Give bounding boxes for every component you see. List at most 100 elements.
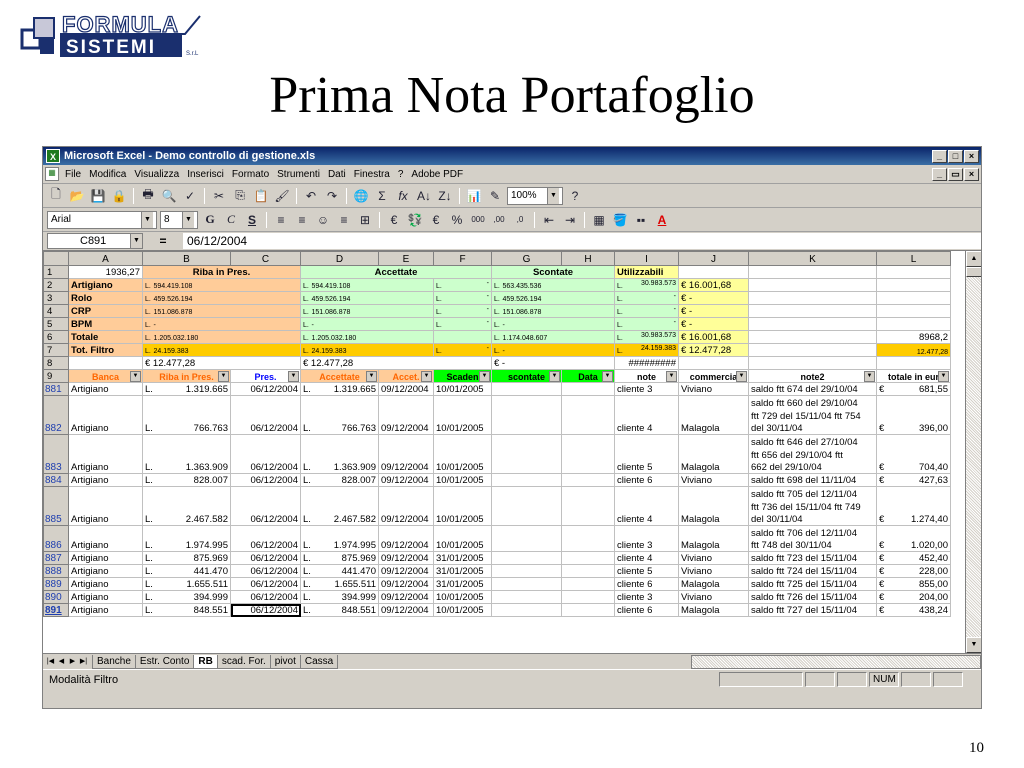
cell-l[interactable]: 12.477,28 [876, 343, 951, 357]
prev-sheet-icon[interactable]: ◀ [56, 655, 67, 668]
equals-icon[interactable]: = [143, 234, 183, 248]
cell-banca[interactable]: Artigiano [68, 564, 143, 578]
cell-note[interactable] [614, 486, 679, 500]
cell-d[interactable]: L. 594.419.108 [300, 278, 434, 292]
cell-riba[interactable]: L. 2.467.582 [142, 512, 231, 526]
cell-data[interactable] [561, 590, 615, 604]
cell-scontate[interactable] [491, 525, 562, 539]
cell-note2[interactable]: saldo ftt 674 del 29/10/04 [748, 382, 877, 396]
cell-i[interactable]: ######### [614, 356, 679, 370]
print-preview-icon[interactable]: 🔍 [160, 187, 178, 205]
cell-data[interactable] [561, 421, 615, 435]
scroll-down-icon[interactable]: ▼ [966, 637, 981, 653]
font-select[interactable]: Arial ▼ [47, 210, 157, 229]
cell-i[interactable]: L. 30.983.573 [614, 330, 679, 344]
menu-modifica[interactable]: Modifica [89, 169, 126, 180]
cell-pres[interactable]: 06/12/2004 [230, 512, 301, 526]
cell-banca[interactable]: Artigiano [68, 590, 143, 604]
row-header[interactable]: 882 [43, 421, 69, 435]
row-header[interactable]: 1 [43, 265, 69, 279]
row-header[interactable] [43, 525, 69, 539]
cell-totale[interactable] [876, 395, 951, 409]
sheet-tab[interactable]: Cassa [299, 654, 339, 669]
cell-a[interactable]: Rolo [68, 291, 143, 305]
row-header[interactable]: 891 [43, 603, 69, 617]
cell-banca[interactable]: Artigiano [68, 421, 143, 435]
cell-note[interactable] [614, 408, 679, 422]
cell-g[interactable]: L. 563.435.536 [491, 278, 615, 292]
doc-restore-button[interactable]: ▭ [948, 167, 963, 181]
cell-accettate[interactable]: L. 848.551 [300, 603, 379, 617]
copy-icon[interactable]: ⎘ [231, 187, 249, 205]
scroll-thumb[interactable] [966, 267, 981, 277]
function-icon[interactable]: fx [394, 187, 412, 205]
cell-note[interactable]: cliente 3 [614, 590, 679, 604]
fill-color-icon[interactable]: 🪣 [611, 211, 629, 229]
cell-accet-date[interactable] [378, 525, 434, 539]
column-header[interactable]: K [748, 251, 877, 266]
row-header[interactable]: 887 [43, 551, 69, 565]
cell-totale[interactable]: €228,00 [876, 564, 951, 578]
drawing-icon[interactable]: ✎ [486, 187, 504, 205]
cell-accettate[interactable]: L. 2.467.582 [300, 512, 379, 526]
sheet-tab[interactable]: pivot [269, 654, 301, 669]
cell-banca[interactable]: Artigiano [68, 577, 143, 591]
cell-j[interactable]: € 16.001,68 [678, 278, 749, 292]
workbook-icon[interactable]: ▦ [45, 167, 59, 181]
cell-pres[interactable]: 06/12/2004 [230, 577, 301, 591]
undo-icon[interactable]: ↶ [302, 187, 320, 205]
cell-k[interactable] [748, 317, 877, 331]
cell-riba[interactable]: L. 1.655.511 [142, 577, 231, 591]
cell-note2[interactable]: del 30/11/04 [748, 421, 877, 435]
cell-banca[interactable] [68, 395, 143, 409]
cell-accettate[interactable] [300, 434, 379, 448]
cell-totale[interactable]: €1.274,40 [876, 512, 951, 526]
cell-commerciale[interactable]: Malagola [678, 577, 749, 591]
filter-dropdown-icon[interactable]: ▼ [218, 371, 229, 382]
cell-note2[interactable]: saldo ftt 726 del 15/11/04 [748, 590, 877, 604]
name-box[interactable]: C891 ▼ [47, 233, 143, 249]
italic-icon[interactable]: C [222, 211, 240, 229]
row-header[interactable] [43, 447, 69, 461]
cell-b[interactable]: Riba in Pres. [142, 265, 301, 279]
open-icon[interactable]: 📂 [68, 187, 86, 205]
filter-dropdown-icon[interactable]: ▼ [288, 371, 299, 382]
column-header[interactable]: D [300, 251, 379, 266]
row-header[interactable] [43, 408, 69, 422]
row-header[interactable]: 885 [43, 512, 69, 526]
cell-i[interactable]: L. - [614, 291, 679, 305]
cell-data[interactable] [561, 551, 615, 565]
cell-j[interactable]: € - [678, 317, 749, 331]
cell-g[interactable]: € - [491, 356, 615, 370]
cell-data[interactable] [561, 434, 615, 448]
cell-note[interactable] [614, 499, 679, 513]
cell-note2[interactable]: saldo ftt 706 del 12/11/04 [748, 525, 877, 539]
cell-accet-date[interactable] [378, 395, 434, 409]
cell-accettate[interactable]: L. 1.655.511 [300, 577, 379, 591]
cell-g[interactable]: L. 151.086.878 [491, 304, 615, 318]
cell-pres[interactable]: 06/12/2004 [230, 382, 301, 396]
cell-note2[interactable]: ftt 729 del 15/11/04 ftt 754 [748, 408, 877, 422]
cell-accettate[interactable]: L. 1.363.909 [300, 460, 379, 474]
cell-pres[interactable]: 06/12/2004 [230, 551, 301, 565]
cell-totale[interactable]: €427,63 [876, 473, 951, 487]
cell-scadenza[interactable]: 31/01/2005 [433, 577, 492, 591]
row-header[interactable]: 3 [43, 291, 69, 305]
cell-data[interactable] [561, 382, 615, 396]
increase-indent-icon[interactable]: ⇥ [561, 211, 579, 229]
cell-banca[interactable]: Artigiano [68, 473, 143, 487]
cell-g[interactable]: L. 1.174.048.607 [491, 330, 615, 344]
filter-header-f[interactable]: Scaden ▼ [433, 369, 492, 383]
cell-note2[interactable]: saldo ftt 727 del 15/11/04 [748, 603, 877, 617]
cell-d[interactable]: € 12.477,28 [300, 356, 492, 370]
grid-icon[interactable]: ▪▪ [632, 211, 650, 229]
cell-totale[interactable]: €452,40 [876, 551, 951, 565]
cell-riba[interactable]: L. 848.551 [142, 603, 231, 617]
cell-riba[interactable] [142, 434, 231, 448]
row-header[interactable]: 881 [43, 382, 69, 396]
align-center-icon[interactable]: ≡ [293, 211, 311, 229]
row-header[interactable] [43, 395, 69, 409]
cell-totale[interactable] [876, 447, 951, 461]
cell-f[interactable] [433, 330, 492, 344]
cell-pres[interactable]: 06/12/2004 [230, 538, 301, 552]
